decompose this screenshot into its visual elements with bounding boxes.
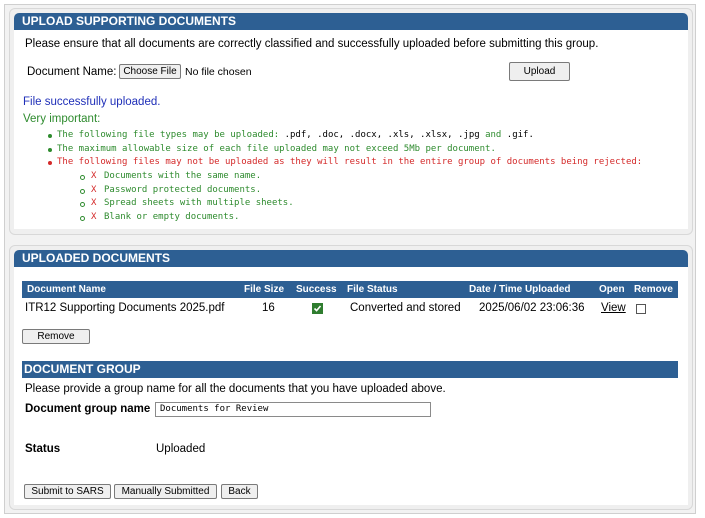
document-name-label: Document Name: (27, 66, 117, 78)
no-file-chosen-text: No file chosen (185, 66, 252, 78)
document-name-cell: ITR12 Supporting Documents 2025.pdf (25, 302, 225, 314)
status-label: Status (25, 443, 61, 455)
column-date-time-uploaded: Date / Time Uploaded (469, 284, 571, 295)
rule-bullet (48, 134, 52, 138)
allowed-types-list: .pdf, .doc, .docx, .xls, .xlsx, .jpg (284, 130, 480, 140)
upload-panel-header: UPLOAD SUPPORTING DOCUMENTS (14, 13, 688, 30)
rule-bullet (48, 161, 52, 165)
file-size-cell: 16 (262, 302, 275, 314)
rejection-rule: The following files may not be uploaded … (57, 157, 643, 167)
reject-item: Blank or empty documents. (104, 212, 240, 222)
column-document-name: Document Name (27, 284, 106, 295)
group-name-label: Document group name (25, 403, 151, 415)
column-file-status: File Status (347, 284, 398, 295)
column-open: Open (599, 284, 625, 295)
column-remove: Remove (634, 284, 673, 295)
allowed-file-types-rule: The following file types may be uploaded… (57, 130, 534, 140)
remove-checkbox[interactable] (636, 304, 646, 314)
sub-bullet (80, 202, 85, 207)
sub-bullet (80, 175, 85, 180)
reject-mark-x: X (91, 171, 97, 181)
manually-submitted-button[interactable]: Manually Submitted (114, 484, 217, 499)
uploaded-panel-header: UPLOADED DOCUMENTS (14, 250, 688, 267)
column-file-size: File Size (244, 284, 285, 295)
allowed-types-and: and (485, 130, 502, 140)
very-important-label: Very important: (23, 113, 101, 125)
remove-button[interactable]: Remove (22, 329, 90, 344)
column-success: Success (296, 284, 337, 295)
reject-mark-x: X (91, 198, 97, 208)
submit-to-sars-button[interactable]: Submit to SARS (24, 484, 111, 499)
back-button[interactable]: Back (221, 484, 258, 499)
max-size-rule: The maximum allowable size of each file … (57, 144, 496, 154)
check-icon (313, 305, 322, 312)
sub-bullet (80, 216, 85, 221)
upload-instruction: Please ensure that all documents are cor… (25, 38, 599, 50)
group-name-input[interactable]: Documents for Review (155, 402, 431, 417)
rule-bullet (48, 148, 52, 152)
group-instruction: Please provide a group name for all the … (25, 383, 446, 395)
allowed-types-prefix: The following file types may be uploaded… (57, 130, 280, 140)
sub-bullet (80, 189, 85, 194)
reject-item: Documents with the same name. (104, 171, 262, 181)
reject-mark-x: X (91, 185, 97, 195)
view-link[interactable]: View (601, 302, 626, 314)
reject-item: Spread sheets with multiple sheets. (104, 198, 294, 208)
allowed-types-last: .gif. (506, 130, 534, 140)
reject-mark-x: X (91, 212, 97, 222)
file-status-cell: Converted and stored (350, 302, 461, 314)
upload-success-message: File successfully uploaded. (23, 96, 161, 108)
date-time-cell: 2025/06/02 23:06:36 (479, 302, 585, 314)
success-checkbox (312, 303, 323, 314)
choose-file-button[interactable]: Choose File (119, 64, 181, 79)
reject-item: Password protected documents. (104, 185, 262, 195)
status-value: Uploaded (156, 443, 206, 455)
upload-button[interactable]: Upload (509, 62, 570, 81)
document-group-header: DOCUMENT GROUP (22, 361, 678, 378)
